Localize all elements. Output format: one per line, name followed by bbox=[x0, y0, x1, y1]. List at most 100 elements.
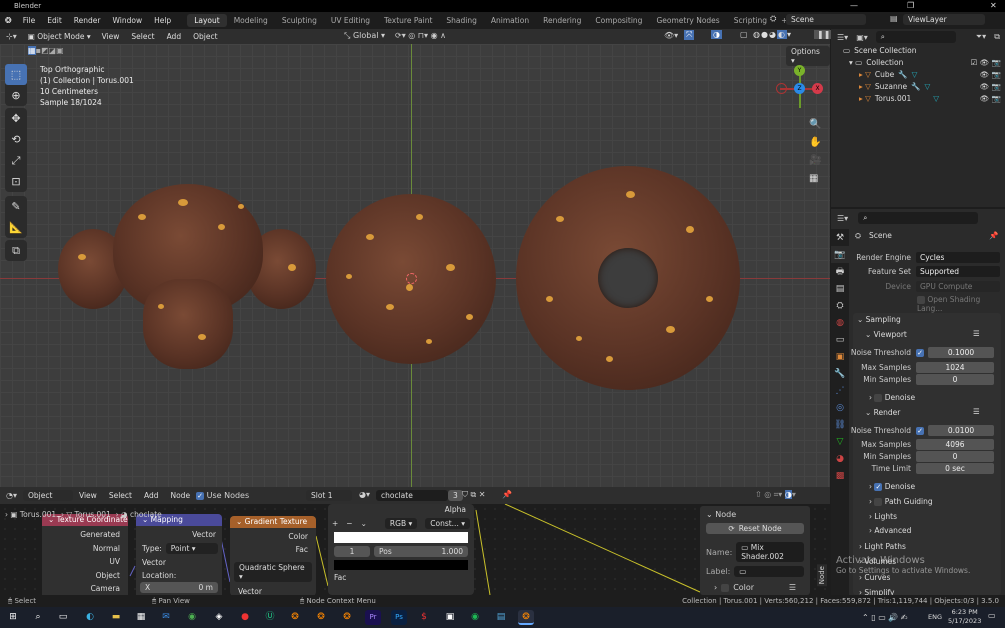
outliner-item-cube[interactable]: ▸ ▽ Cube 🔧 ▽ 👁 📷 bbox=[859, 70, 1001, 79]
gizmo-z-axis[interactable]: Z bbox=[794, 83, 805, 94]
annotate-icon[interactable]: ✎ bbox=[5, 196, 27, 217]
r-max-field[interactable]: 4096 bbox=[916, 439, 994, 450]
render-subpanel[interactable]: ⌄ Render bbox=[865, 408, 900, 417]
interpolation-dropdown[interactable]: Const... ▾ bbox=[425, 518, 470, 529]
node-menu-add[interactable]: Add bbox=[138, 491, 165, 500]
select-box-icon[interactable]: ⬚ bbox=[5, 64, 27, 85]
scene-selector[interactable]: Scene bbox=[786, 14, 866, 25]
presets-icon[interactable]: ☰ bbox=[789, 583, 796, 592]
tab-texture-paint[interactable]: Texture Paint bbox=[377, 14, 439, 27]
path-guiding-toggle[interactable]: › Path Guiding bbox=[869, 497, 933, 506]
zoom-icon[interactable]: 🔍 bbox=[809, 116, 821, 134]
tab-layout[interactable]: Layout bbox=[187, 14, 227, 27]
r-noise-field[interactable]: 0.0100 bbox=[928, 425, 994, 436]
move-icon[interactable]: ✥ bbox=[5, 108, 27, 129]
tab-uv-editing[interactable]: UV Editing bbox=[324, 14, 377, 27]
gradient-type-dropdown[interactable]: Quadratic Sphere ▾ bbox=[234, 562, 312, 582]
rotate-icon[interactable]: ⟲ bbox=[5, 129, 27, 150]
gradient-texture-node[interactable]: ⌄ Gradient Texture Color Fac Quadratic S… bbox=[230, 516, 316, 595]
color-ramp-node[interactable]: Alpha + − ⌄ RGB ▾ Const... ▾ 1 Pos 1.000 Fa… bbox=[328, 504, 474, 595]
remove-stop-icon[interactable]: − bbox=[346, 519, 352, 528]
navigation-gizmo[interactable]: Y Z X bbox=[776, 64, 826, 114]
sidebar-tab-node[interactable]: Node bbox=[817, 564, 827, 587]
breadcrumb-object[interactable]: Torus.001 bbox=[20, 510, 56, 519]
visibility-icon[interactable]: 👁▾ bbox=[664, 31, 678, 40]
node-menu-view[interactable]: View bbox=[73, 491, 103, 500]
shading-modes-icon[interactable]: ◍●◕◐▾ bbox=[753, 30, 792, 39]
orientation-selector[interactable]: ⤡ Global ▾ bbox=[344, 31, 385, 41]
blender-taskbar-icon-1[interactable]: ❂ bbox=[287, 610, 303, 625]
editor-type-icon[interactable]: ⊹▾ bbox=[0, 32, 23, 41]
color-subpanel[interactable]: › Color ☰ bbox=[714, 583, 796, 592]
menu-help[interactable]: Help bbox=[148, 16, 177, 25]
location-x-field[interactable]: X 0 m bbox=[140, 582, 218, 593]
editor-type-icon[interactable]: ◔▾ bbox=[0, 491, 23, 500]
stop-color-swatch[interactable] bbox=[334, 560, 468, 570]
render-engine-dropdown[interactable]: Cycles bbox=[916, 252, 1000, 263]
properties-search[interactable]: ⌕ bbox=[858, 212, 979, 224]
menu-window[interactable]: Window bbox=[107, 16, 149, 25]
r-min-field[interactable]: 0 bbox=[916, 451, 994, 462]
material-actions-icons[interactable]: ⛉ ⧉ ✕ bbox=[462, 490, 486, 500]
view-layer-icon[interactable]: ▤ bbox=[890, 14, 898, 23]
cursor-icon[interactable]: ⊕ bbox=[5, 85, 27, 106]
node-name-field[interactable]: ▭ Mix Shader.002 bbox=[736, 542, 804, 562]
viewport-menu-add[interactable]: Add bbox=[161, 32, 188, 41]
close-button[interactable]: ✕ bbox=[990, 0, 997, 12]
menu-render[interactable]: Render bbox=[68, 16, 107, 25]
search-icon[interactable]: ⌕ bbox=[30, 610, 46, 625]
node-label-field[interactable]: ▭ bbox=[734, 566, 804, 577]
tab-shading[interactable]: Shading bbox=[439, 14, 483, 27]
blender-logo-icon[interactable]: ❂ bbox=[0, 16, 17, 25]
pin-icon[interactable]: 📌 bbox=[989, 231, 998, 240]
options-dropdown[interactable]: Options ▾ bbox=[786, 46, 830, 66]
reset-node-button[interactable]: ⟳ Reset Node bbox=[706, 523, 804, 534]
minimize-button[interactable]: — bbox=[850, 0, 858, 12]
visibility-icons[interactable]: ☑ 👁 📷 bbox=[971, 58, 1001, 67]
material-browse-icon[interactable]: ◕▾ bbox=[359, 490, 370, 499]
visibility-icons[interactable]: 👁 📷 bbox=[980, 82, 1001, 91]
breadcrumb-mesh[interactable]: Torus.001 bbox=[75, 510, 111, 519]
premiere-icon[interactable]: Pr bbox=[365, 610, 381, 625]
outliner-search[interactable]: ⌕ bbox=[875, 31, 956, 43]
select-mode-icons[interactable]: ▦▪◩◪▣ bbox=[28, 46, 64, 55]
device-dropdown[interactable]: GPU Compute bbox=[916, 281, 1000, 292]
lights-subpanel[interactable]: › Lights bbox=[869, 512, 897, 521]
add-cube-icon[interactable]: ⧉ bbox=[5, 240, 27, 261]
torus-object[interactable] bbox=[516, 166, 740, 390]
scale-icon[interactable]: ⤢ bbox=[5, 150, 27, 171]
r-noise-checkbox[interactable]: ✓ bbox=[916, 426, 924, 435]
app-icon[interactable]: ◈ bbox=[211, 610, 227, 625]
stop-position-field[interactable]: Pos 1.000 bbox=[374, 546, 468, 557]
grid-icon[interactable]: ▦ bbox=[809, 170, 821, 188]
chrome-icon[interactable]: ◉ bbox=[184, 610, 200, 625]
visibility-icons[interactable]: 👁 📷 bbox=[980, 70, 1001, 79]
menu-file[interactable]: File bbox=[17, 16, 42, 25]
viewport-menu-select[interactable]: Select bbox=[125, 32, 160, 41]
outliner-collection[interactable]: ▾ ▭ Collection ☑ 👁 📷 bbox=[849, 58, 1001, 67]
tray-icons[interactable]: ⌃ ▯ ▭ 🔊 ✍ bbox=[862, 613, 908, 622]
vp-max-field[interactable]: 1024 bbox=[916, 362, 994, 373]
transform-icon[interactable]: ⊡ bbox=[5, 171, 27, 192]
xray-icon[interactable]: ▢ bbox=[740, 30, 748, 39]
pivot-icon[interactable]: ⟳▾ ◎ ⊓▾ ◉ ∧ bbox=[395, 31, 446, 40]
suzanne-object[interactable] bbox=[58, 184, 318, 374]
gizmo-y-axis[interactable]: Y bbox=[794, 65, 805, 76]
tab-geometry-nodes[interactable]: Geometry Nodes bbox=[649, 14, 726, 27]
maximize-button[interactable]: ❐ bbox=[907, 0, 914, 12]
feature-set-dropdown[interactable]: Supported bbox=[916, 266, 1000, 277]
vp-noise-checkbox[interactable]: ✓ bbox=[916, 348, 924, 357]
texture-coordinate-node[interactable]: ⌄ Texture Coordinate Generated Normal UV… bbox=[42, 514, 128, 595]
language-indicator[interactable]: ENG bbox=[928, 613, 942, 621]
use-nodes-checkbox[interactable]: ✓ Use Nodes bbox=[196, 491, 249, 500]
tab-sculpting[interactable]: Sculpting bbox=[275, 14, 324, 27]
node-menu-node[interactable]: Node bbox=[164, 491, 196, 500]
tab-modeling[interactable]: Modeling bbox=[227, 14, 275, 27]
mode-selector[interactable]: ▣ Object Mode ▾ bbox=[22, 31, 96, 42]
node-panel-header[interactable]: ⌄ Node bbox=[700, 506, 810, 523]
task-view-icon[interactable]: ▭ bbox=[55, 610, 71, 625]
r-denoise-toggle[interactable]: › ✓ Denoise bbox=[869, 482, 915, 491]
filter-type-icon[interactable]: ▣▾ bbox=[856, 33, 868, 42]
overlay-toggle-icon[interactable]: ◑ bbox=[711, 30, 722, 39]
gizmo-toggle-icon[interactable]: ⤧ bbox=[684, 30, 695, 40]
